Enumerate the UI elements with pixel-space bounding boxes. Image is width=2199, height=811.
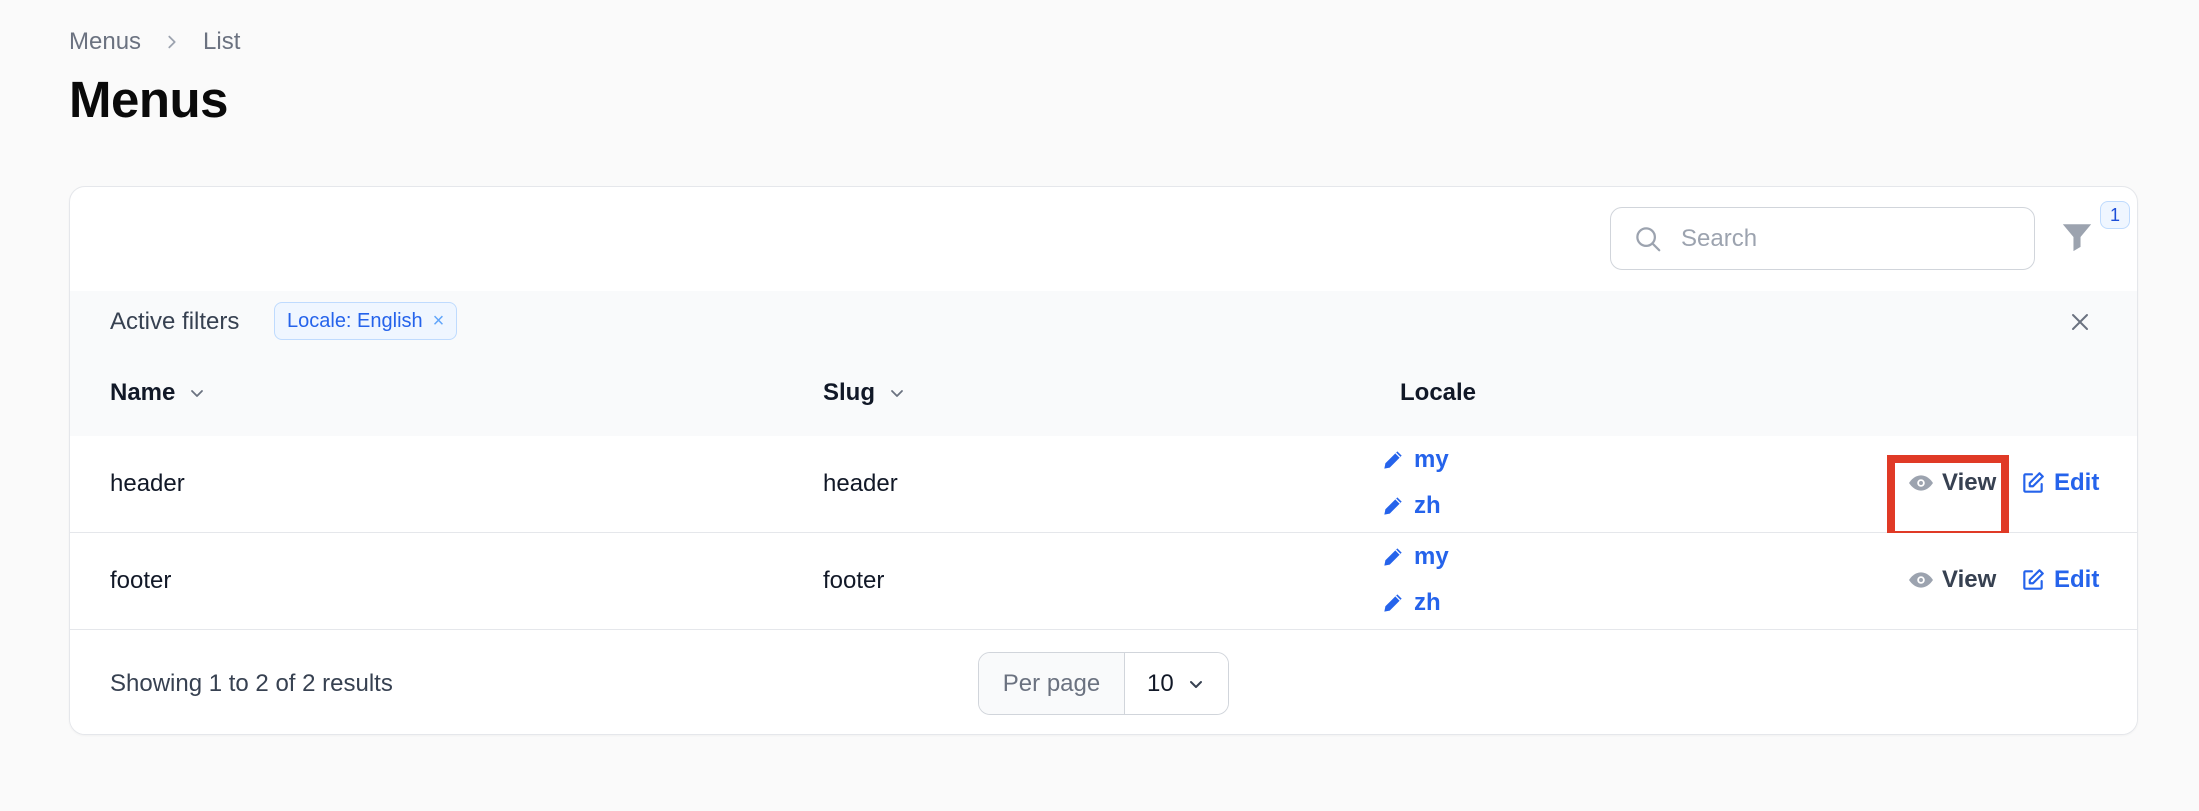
clear-filters-button[interactable] <box>2068 310 2092 334</box>
eye-icon <box>1909 475 1933 491</box>
locale-link-zh[interactable]: zh <box>1380 492 1441 520</box>
pencil-icon <box>1384 451 1402 469</box>
search-icon <box>1636 226 1661 251</box>
active-filters-label: Active filters <box>110 308 240 335</box>
per-page-label: Per page <box>979 653 1125 714</box>
locale-link-zh[interactable]: zh <box>1380 589 1441 617</box>
table-card: 1 Active filters Locale: English × Name … <box>69 186 2138 735</box>
chevron-down-icon <box>891 390 903 397</box>
view-label: View <box>1942 566 1997 593</box>
remove-filter-icon[interactable]: × <box>433 310 445 333</box>
edit-button[interactable]: Edit <box>2020 566 2099 594</box>
table-footer: Showing 1 to 2 of 2 results Per page 10 <box>70 632 2137 734</box>
locale-link-label: zh <box>1414 492 1441 519</box>
search-input[interactable] <box>1679 223 2013 254</box>
per-page-dropdown[interactable]: 10 <box>1125 653 1228 714</box>
chevron-right-icon <box>168 35 176 49</box>
pencil-icon <box>1384 497 1402 515</box>
edit-label: Edit <box>2054 566 2100 593</box>
table-toolbar: 1 <box>70 187 2137 292</box>
table-row: header header my zh View Edit <box>70 436 2137 539</box>
column-header-slug[interactable]: Slug <box>823 379 907 407</box>
cell-name: header <box>110 470 185 497</box>
locale-link-label: zh <box>1414 589 1441 616</box>
view-label: View <box>1942 469 1997 496</box>
filter-button[interactable] <box>2060 220 2100 260</box>
active-filters-bar: Active filters Locale: English × <box>70 291 2137 354</box>
pencil-icon <box>1384 594 1402 612</box>
results-summary: Showing 1 to 2 of 2 results <box>110 670 393 697</box>
table-row: footer footer my zh View Edit <box>70 533 2137 630</box>
table-header: Name Slug Locale <box>70 353 2137 437</box>
column-header-name-label: Name <box>110 379 176 406</box>
chevron-down-icon <box>191 390 204 397</box>
close-icon <box>2072 314 2088 330</box>
locale-link-label: my <box>1414 446 1449 473</box>
cell-slug: header <box>823 470 898 497</box>
chevron-down-icon <box>1190 680 1202 688</box>
view-button[interactable]: View <box>1908 566 1996 594</box>
edit-icon <box>2023 569 2044 590</box>
column-header-slug-label: Slug <box>823 379 875 406</box>
locale-link-my[interactable]: my <box>1380 543 1449 571</box>
search-box[interactable] <box>1610 207 2035 270</box>
column-header-locale-label: Locale <box>1400 379 1477 406</box>
per-page-select[interactable]: Per page 10 <box>978 652 1229 715</box>
filter-chip-locale: Locale: English × <box>274 302 458 340</box>
locale-link-my[interactable]: my <box>1380 446 1449 474</box>
column-header-name[interactable]: Name <box>110 379 207 407</box>
breadcrumb-menus[interactable]: Menus <box>69 28 141 56</box>
page-title: Menus <box>69 71 229 128</box>
per-page-value: 10 <box>1147 669 1174 697</box>
edit-icon <box>2023 472 2044 493</box>
edit-button[interactable]: Edit <box>2020 469 2099 497</box>
filter-chip-label: Locale: English <box>287 309 423 332</box>
column-header-locale: Locale <box>1400 379 1476 407</box>
cell-slug: footer <box>823 567 885 594</box>
breadcrumb: Menus List <box>69 28 240 56</box>
funnel-icon <box>2062 224 2092 252</box>
eye-icon <box>1909 572 1933 588</box>
highlight-box <box>1887 455 2009 539</box>
cell-name: footer <box>110 567 172 594</box>
view-button[interactable]: View <box>1908 469 1996 497</box>
breadcrumb-list: List <box>203 28 241 55</box>
edit-label: Edit <box>2054 469 2100 496</box>
pencil-icon <box>1384 548 1402 566</box>
locale-link-label: my <box>1414 543 1449 570</box>
filter-count-badge: 1 <box>2100 201 2130 229</box>
